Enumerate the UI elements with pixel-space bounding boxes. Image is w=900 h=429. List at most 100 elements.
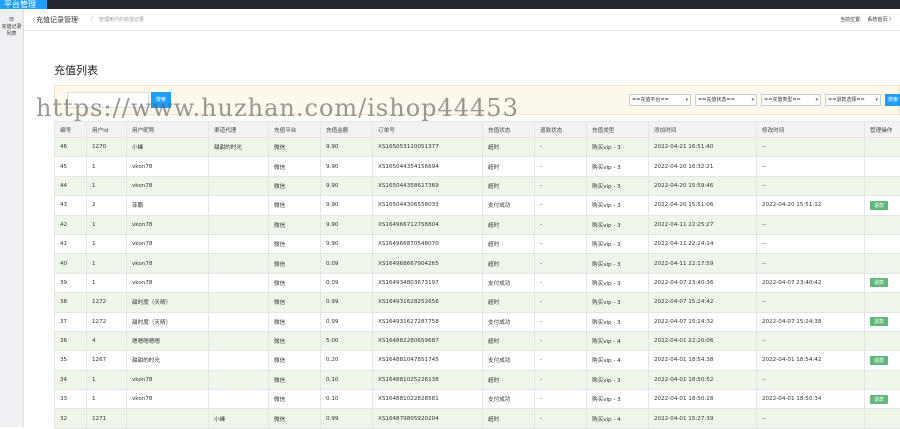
table-cell-uid: 1272 <box>87 293 127 312</box>
table-cell-nick: vkon78 <box>127 176 209 195</box>
table-cell-platform: 微信 <box>269 196 321 215</box>
table-cell-status: 支付成功 <box>483 351 535 370</box>
status-select-value: ==充值状态== <box>698 97 735 103</box>
table-cell-id: 33 <box>55 390 87 409</box>
table-cell-added: 2022-04-11 22:24:14 <box>649 234 757 253</box>
table-cell-uid: 1 <box>87 390 127 409</box>
table-cell-nick: vkon78 <box>127 390 209 409</box>
table-cell-order: XS165044306558033 <box>373 196 483 215</box>
table-cell-added: 2022-04-11 22:17:59 <box>649 254 757 273</box>
refund-button[interactable]: 退款 <box>870 201 888 210</box>
home-link[interactable]: 系统首页 〉 <box>867 16 894 23</box>
table-cell-added: 2022-04-07 15:24:42 <box>649 293 757 312</box>
table-cell-order: XS165044354156694 <box>373 157 483 176</box>
status-select[interactable]: ==充值状态==▾ <box>695 94 757 106</box>
table-cell-op <box>865 331 900 350</box>
table-cell-nick: 甜甜的时光 <box>127 351 209 370</box>
table-cell-id: 40 <box>55 254 87 273</box>
table-cell-agent <box>209 157 269 176</box>
filter-submit-button[interactable]: 搜索 <box>885 94 900 106</box>
table-cell-nick: 嗯嗯嗯嗯嗯 <box>127 331 209 350</box>
table-cell-uid: 1271 <box>87 409 127 428</box>
table-cell-amount: 9.90 <box>321 176 373 195</box>
table-cell-uid: 1272 <box>87 312 127 331</box>
column-header: 渠道代理 <box>209 122 269 138</box>
table-cell-type: 购买vip - 3 <box>587 176 649 195</box>
recharge-table: 编号用户id用户昵称渠道代理充值平台充值金额订单号充值状态退款状态充值类型添加时… <box>54 121 900 429</box>
table-cell-order: XS164931627287758 <box>373 312 483 331</box>
table-cell-added: 2022-04-21 16:51:40 <box>649 138 757 157</box>
table-cell-refund: - <box>535 215 587 234</box>
table-row: 401vkon78微信0.09XS164968667904265超时-购买vip… <box>55 254 900 273</box>
table-row: 441vkon78微信9.90XS165044358627369超时-购买vip… <box>55 176 900 195</box>
table-cell-id: 46 <box>55 138 87 157</box>
table-header-row: 编号用户id用户昵称渠道代理充值平台充值金额订单号充值状态退款状态充值类型添加时… <box>55 122 900 138</box>
table-cell-op <box>865 254 900 273</box>
refund-button[interactable]: 退款 <box>870 317 888 326</box>
table-cell-refund: - <box>535 234 587 253</box>
table-cell-added: 2022-04-01 15:27:39 <box>649 409 757 428</box>
column-header: 充值金额 <box>321 122 373 138</box>
refund-button[interactable]: 退款 <box>870 278 888 287</box>
platform-select[interactable]: ==充值平台== ▾ <box>629 94 691 106</box>
table-cell-op <box>865 370 900 389</box>
table-cell-id: 39 <box>55 273 87 292</box>
table-cell-id: 44 <box>55 176 87 195</box>
breadcrumb-title: 充值记录管理 <box>36 15 78 25</box>
table-cell-nick: vkon78 <box>127 254 209 273</box>
table-cell-refund: - <box>535 273 587 292</box>
table-cell-added: 2022-04-20 16:32:21 <box>649 157 757 176</box>
table-cell-amount: 9.90 <box>321 157 373 176</box>
table-cell-platform: 微信 <box>269 370 321 389</box>
menu-icon[interactable]: ≡ <box>0 15 23 23</box>
table-row: 351267甜甜的时光微信0.20XS164881047851745支付成功-购… <box>55 351 900 370</box>
table-cell-order: XS164968667904265 <box>373 254 483 273</box>
table-cell-amount: 0.09 <box>321 254 373 273</box>
table-cell-status: 支付成功 <box>483 196 535 215</box>
table-cell-op: 退款 <box>865 196 900 215</box>
refund-button[interactable]: 退款 <box>870 395 888 404</box>
table-cell-type: 购买vip - 3 <box>587 196 649 215</box>
breadcrumb-subtitle: 管理用户的充值记录 <box>99 16 144 23</box>
refund-button[interactable]: 退款 <box>870 356 888 365</box>
table-cell-order: XS165044358627369 <box>373 176 483 195</box>
column-header: 修改时间 <box>757 122 865 138</box>
table-cell-id: 42 <box>55 215 87 234</box>
table-cell-refund: - <box>535 293 587 312</box>
sidebar-item-recharge-records[interactable]: 充值记录列表 <box>0 23 23 38</box>
table-cell-status: 支付成功 <box>483 273 535 292</box>
table-cell-op <box>865 215 900 234</box>
table-cell-id: 43 <box>55 196 87 215</box>
search-input[interactable] <box>67 92 149 108</box>
table-cell-agent <box>209 254 269 273</box>
app-brand[interactable]: 平台管理 <box>0 0 47 9</box>
table-cell-op <box>865 293 900 312</box>
table-cell-type: 购买vip - 3 <box>587 254 649 273</box>
table-cell-refund: - <box>535 138 587 157</box>
chevron-down-icon: ▾ <box>685 95 688 105</box>
table-cell-op <box>865 176 900 195</box>
table-cell-modified: 2022-04-07 23:40:42 <box>757 273 865 292</box>
refund-select[interactable]: ==退款选择==▾ <box>825 94 881 106</box>
type-select[interactable]: ==充值类型==▾ <box>761 94 821 106</box>
table-cell-uid: 1 <box>87 254 127 273</box>
table-cell-type: 购买vip - 4 <box>587 331 649 350</box>
table-cell-uid: 1 <box>87 215 127 234</box>
table-cell-agent <box>209 196 269 215</box>
table-cell-modified: 2022-04-01 18:54:42 <box>757 351 865 370</box>
table-row: 321271小峰微信0.99XS164879805920204超时-购买vip … <box>55 409 900 428</box>
table-cell-order: XS164882280659687 <box>373 331 483 350</box>
search-button[interactable]: 搜索 <box>151 92 171 108</box>
column-header: 编号 <box>55 122 87 138</box>
table-cell-amount: 0.99 <box>321 293 373 312</box>
platform-select-value: ==充值平台== <box>632 97 669 103</box>
table-cell-op: 退款 <box>865 351 900 370</box>
table-cell-uid: 1 <box>87 234 127 253</box>
table-cell-uid: 1 <box>87 370 127 389</box>
table-cell-order: XS164879805920204 <box>373 409 483 428</box>
table-cell-agent <box>209 234 269 253</box>
table-cell-order: XS164881022828581 <box>373 390 483 409</box>
table-cell-op <box>865 157 900 176</box>
table-cell-type: 购买vip - 3 <box>587 234 649 253</box>
column-header: 用户昵称 <box>127 122 209 138</box>
